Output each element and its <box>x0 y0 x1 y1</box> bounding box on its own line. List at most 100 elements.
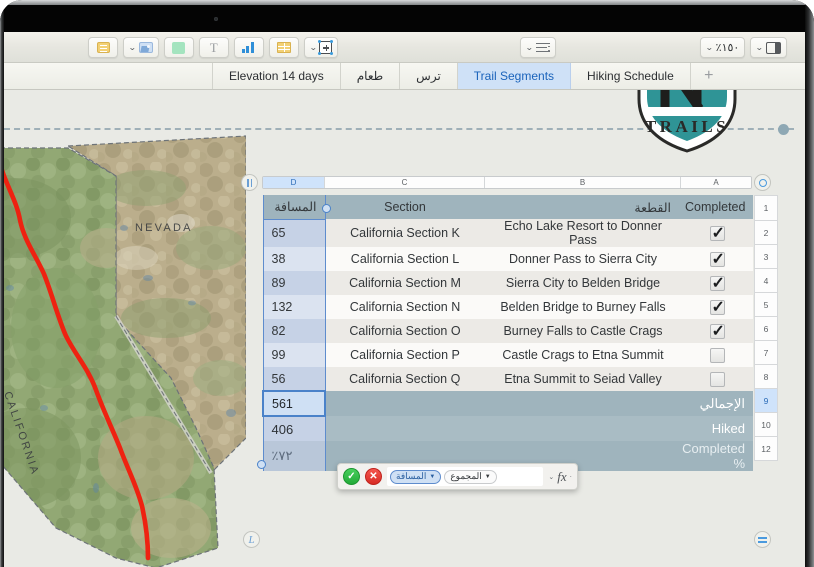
cell-leg[interactable]: Donner Pass to Sierra City <box>485 247 681 271</box>
cell-distance[interactable]: 65 <box>262 218 326 247</box>
tab-gear[interactable]: ترس <box>400 63 458 89</box>
chevron-down-icon: ⌄ <box>548 472 555 481</box>
cell-total-pad <box>325 391 485 416</box>
row-number[interactable]: 8 <box>754 365 778 389</box>
shape-button[interactable] <box>163 37 194 58</box>
cell-distance[interactable]: 56 <box>262 367 326 391</box>
tab-hiking-schedule[interactable]: Hiking Schedule <box>571 63 691 89</box>
selection-handle-top[interactable] <box>322 204 331 213</box>
table-resize-handle[interactable] <box>754 174 771 191</box>
checkbox-checked[interactable] <box>709 273 725 293</box>
cell-total-value[interactable]: 561 <box>262 390 326 417</box>
row-number[interactable]: 3 <box>754 245 778 269</box>
cell-leg[interactable]: Castle Crags to Etna Summit <box>485 343 681 367</box>
cell-total-label: الإجمالي <box>681 391 753 416</box>
cell-section[interactable]: California Section P <box>325 343 485 367</box>
cell-section[interactable]: California Section K <box>325 219 485 247</box>
checkbox-checked[interactable] <box>709 297 725 317</box>
table-icon <box>276 42 291 53</box>
row-number[interactable]: 12 <box>754 437 778 461</box>
bezel-right-edge <box>805 0 814 567</box>
checkbox-checked[interactable] <box>709 249 725 269</box>
zoom-button[interactable]: ⌄ ٪١٥٠ <box>699 37 746 58</box>
row-number[interactable]: 5 <box>754 293 778 317</box>
add-sheet-button[interactable]: + <box>691 63 727 89</box>
table-row[interactable]: 38 California Section L Donner Pass to S… <box>262 247 753 271</box>
insert-button[interactable]: ⌄ <box>303 37 339 58</box>
tab-food[interactable]: طعام <box>341 63 401 89</box>
tab-trail-segments[interactable]: Trail Segments <box>457 63 572 89</box>
table-layout-handle[interactable]: L <box>243 531 260 548</box>
table-row[interactable]: 65 California Section K Echo Lake Resort… <box>262 218 753 247</box>
formula-function-token[interactable]: ▼ المجموع <box>444 469 497 484</box>
table-row[interactable]: 56 California Section Q Etna Summit to S… <box>262 367 753 391</box>
table-button[interactable] <box>268 37 299 58</box>
tab-label: Hiking Schedule <box>587 69 674 83</box>
table-row-handle[interactable] <box>241 174 258 191</box>
cell-leg[interactable]: Burney Falls to Castle Crags <box>485 319 681 343</box>
cell-distance[interactable]: 99 <box>262 343 326 367</box>
cell-distance[interactable]: 38 <box>262 247 326 271</box>
cell-leg[interactable]: Echo Lake Resort to Donner Pass <box>485 219 681 247</box>
trails-badge-logo[interactable]: TRAILS <box>625 90 749 167</box>
cell-section[interactable]: California Section N <box>325 295 485 319</box>
column-header-d[interactable]: D <box>263 177 325 188</box>
table-row[interactable]: 89 California Section M Sierra City to B… <box>262 271 753 295</box>
cell-completed[interactable] <box>681 367 753 391</box>
text-button[interactable]: T <box>198 37 229 58</box>
table-row[interactable]: 132 California Section N Belden Bridge t… <box>262 295 753 319</box>
formula-input-field[interactable]: ▼ المجموع ▼ المسافة <box>387 467 544 486</box>
table-row[interactable]: 82 California Section O Burney Falls to … <box>262 319 753 343</box>
row-number-selected[interactable]: 9 <box>754 389 778 413</box>
function-browser-button[interactable]: ⌄ fx · <box>548 469 572 485</box>
cancel-formula-button[interactable]: ✕ <box>365 468 382 485</box>
row-number[interactable]: 1 <box>754 195 778 221</box>
checkbox-checked[interactable] <box>709 321 725 341</box>
column-header-a[interactable]: A <box>681 177 751 188</box>
cell-pct-value[interactable]: ٪٧٢ <box>262 441 326 471</box>
cell-leg[interactable]: Belden Bridge to Burney Falls <box>485 295 681 319</box>
chart-button[interactable] <box>233 37 264 58</box>
cell-distance[interactable]: 82 <box>262 319 326 343</box>
cell-leg[interactable]: Etna Summit to Seiad Valley <box>485 367 681 391</box>
cell-section[interactable]: California Section O <box>325 319 485 343</box>
media-button[interactable]: ⌄ <box>123 37 159 58</box>
list-view-button[interactable]: ⌄ <box>520 37 556 58</box>
cell-distance[interactable]: 89 <box>262 271 326 295</box>
cell-section[interactable]: California Section L <box>325 247 485 271</box>
cell-completed[interactable] <box>681 219 753 247</box>
column-header-b[interactable]: B <box>485 177 681 188</box>
summary-row-total[interactable]: 561 الإجمالي <box>262 390 753 417</box>
row-number[interactable]: 4 <box>754 269 778 293</box>
table-row[interactable]: 99 California Section P Castle Crags to … <box>262 343 753 367</box>
cell-completed[interactable] <box>681 271 753 295</box>
row-number[interactable]: 7 <box>754 341 778 365</box>
cell-completed[interactable] <box>681 343 753 367</box>
checkbox-checked[interactable] <box>709 223 725 243</box>
cell-section[interactable]: California Section Q <box>325 367 485 391</box>
cell-completed[interactable] <box>681 247 753 271</box>
cell-total-pad2 <box>485 391 681 416</box>
cell-completed[interactable] <box>681 319 753 343</box>
checkbox-unchecked[interactable] <box>709 371 725 387</box>
row-number[interactable]: 10 <box>754 413 778 437</box>
row-number[interactable]: 2 <box>754 221 778 245</box>
trail-map-image[interactable]: NEVADA CALIFORNIA <box>4 128 246 567</box>
row-number[interactable]: 6 <box>754 317 778 341</box>
cell-distance[interactable]: 132 <box>262 295 326 319</box>
selection-handle-bottom[interactable] <box>257 460 266 469</box>
cell-completed[interactable] <box>681 295 753 319</box>
tab-elevation-14-days[interactable]: Elevation 14 days <box>212 63 341 89</box>
document-button[interactable] <box>88 37 118 58</box>
tab-label: Elevation 14 days <box>229 69 324 83</box>
summary-row-hiked[interactable]: 406 Hiked <box>262 416 753 441</box>
accept-formula-button[interactable]: ✓ <box>343 468 360 485</box>
cell-leg[interactable]: Sierra City to Belden Bridge <box>485 271 681 295</box>
view-options-button[interactable]: ⌄ <box>750 37 787 58</box>
checkbox-unchecked[interactable] <box>709 347 725 363</box>
cell-section[interactable]: California Section M <box>325 271 485 295</box>
column-header-c[interactable]: C <box>325 177 485 188</box>
cell-hiked-value[interactable]: 406 <box>262 416 326 441</box>
table-collapse-handle[interactable] <box>754 531 771 548</box>
formula-range-token[interactable]: ▼ المسافة <box>390 469 442 484</box>
